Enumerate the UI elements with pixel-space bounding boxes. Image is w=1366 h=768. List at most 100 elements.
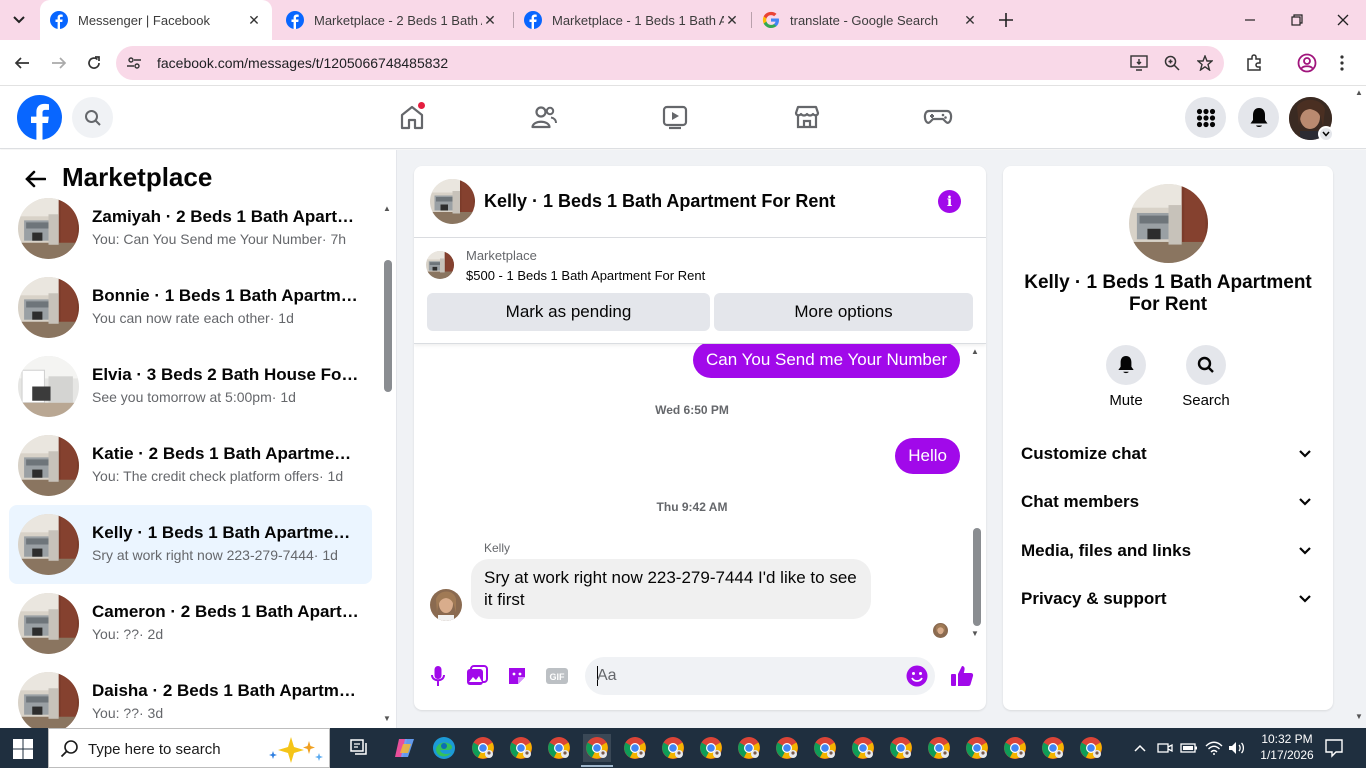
minimize-icon[interactable] (1238, 8, 1262, 32)
listing-title[interactable]: $500 - 1 Beds 1 Bath Apartment For Rent (466, 268, 705, 283)
taskbar-search-box[interactable]: Type here to search (48, 728, 330, 768)
facebook-logo-icon[interactable] (17, 95, 62, 140)
scrollbar-thumb[interactable] (384, 260, 392, 392)
chrome-app-icon[interactable] (545, 734, 573, 762)
scroll-up-arrow-icon[interactable]: ▲ (1355, 88, 1363, 97)
new-tab-plus-icon[interactable] (996, 10, 1016, 30)
back-arrow-icon[interactable] (10, 51, 34, 75)
notifications-button[interactable] (1238, 97, 1279, 138)
bookmark-star-icon[interactable] (1195, 53, 1215, 73)
copilot-icon[interactable] (391, 734, 419, 762)
thumbs-up-icon[interactable] (950, 664, 974, 688)
microphone-icon[interactable] (426, 664, 450, 688)
scroll-down-arrow-icon[interactable]: ▼ (383, 714, 391, 723)
windows-start-icon[interactable] (12, 738, 34, 760)
scroll-down-arrow-icon[interactable]: ▼ (971, 629, 979, 638)
chrome-app-icon[interactable] (1001, 734, 1029, 762)
meet-now-icon[interactable] (1156, 738, 1174, 758)
zoom-icon[interactable] (1162, 53, 1182, 73)
chrome-app-icon[interactable] (1077, 734, 1105, 762)
tab-close-icon[interactable]: ✕ (962, 12, 978, 28)
listing-thumbnail[interactable] (426, 251, 454, 279)
tab-close-icon[interactable]: ✕ (724, 12, 740, 28)
tab-close-icon[interactable]: ✕ (482, 12, 498, 28)
chrome-app-icon[interactable] (697, 734, 725, 762)
reload-icon[interactable] (82, 51, 106, 75)
notification-center-icon[interactable] (1324, 738, 1344, 758)
media-files-links-row[interactable]: Media, files and links (1011, 531, 1325, 571)
page-scrollbar[interactable]: ▲ ▼ (1352, 86, 1366, 728)
chrome-app-icon[interactable] (659, 734, 687, 762)
mute-button[interactable]: Mute (1096, 345, 1156, 409)
nav-marketplace[interactable] (790, 100, 824, 134)
conversation-item[interactable]: Daisha · 2 Beds 1 Bath Apartment For Ren… (9, 663, 372, 728)
facebook-search-button[interactable] (72, 97, 113, 138)
search-in-conversation-button[interactable]: Search (1176, 345, 1236, 409)
chrome-app-icon[interactable] (773, 734, 801, 762)
chrome-app-icon[interactable] (581, 734, 613, 767)
nav-friends[interactable] (527, 100, 561, 134)
nav-gaming[interactable] (921, 100, 955, 134)
chrome-app-icon[interactable] (1039, 734, 1067, 762)
message-scrollbar-thumb[interactable] (973, 528, 981, 626)
chrome-app-icon[interactable] (469, 734, 497, 762)
account-chevron-icon[interactable] (1318, 126, 1334, 142)
wifi-icon[interactable] (1205, 738, 1223, 758)
tab-list-chevron-icon[interactable] (6, 8, 32, 32)
chrome-app-icon[interactable] (735, 734, 763, 762)
chrome-app-icon[interactable] (621, 734, 649, 762)
chrome-app-icon[interactable] (925, 734, 953, 762)
tab-messenger[interactable]: Messenger | Facebook ✕ (40, 0, 272, 40)
conversation-item[interactable]: Zamiyah · 2 Beds 1 Bath Apartment For Re… (9, 189, 372, 268)
conversation-item[interactable]: Kelly · 1 Beds 1 Bath Apartment For Rent… (9, 505, 372, 584)
tab-marketplace-1beds[interactable]: Marketplace - 1 Beds 1 Bath Ap ✕ (514, 0, 750, 40)
chrome-app-icon[interactable] (849, 734, 877, 762)
tab-google-translate[interactable]: translate - Google Search ✕ (752, 0, 988, 40)
site-info-icon[interactable] (124, 53, 144, 73)
chrome-app-icon[interactable] (887, 734, 915, 762)
conversation-item[interactable]: Bonnie · 1 Beds 1 Bath Apartment For Ren… (9, 268, 372, 347)
chrome-app-icon[interactable] (963, 734, 991, 762)
tab-marketplace-2beds[interactable]: Marketplace - 2 Beds 1 Bath Ap ✕ (276, 0, 508, 40)
listing-avatar[interactable] (1129, 184, 1208, 263)
more-options-button[interactable]: More options (714, 293, 973, 331)
message-input[interactable]: Aa (585, 657, 935, 695)
forward-arrow-icon[interactable] (47, 51, 71, 75)
sender-avatar[interactable] (430, 589, 462, 621)
volume-icon[interactable] (1228, 738, 1246, 758)
address-bar[interactable]: facebook.com/messages/t/1205066748485832 (116, 46, 1224, 80)
conversation-item[interactable]: Elvia · 3 Beds 2 Bath House For Rent See … (9, 347, 372, 426)
privacy-support-row[interactable]: Privacy & support (1011, 579, 1325, 619)
restore-icon[interactable] (1285, 8, 1309, 32)
tray-chevron-up-icon[interactable] (1131, 738, 1149, 758)
chrome-app-icon[interactable] (507, 734, 535, 762)
battery-icon[interactable] (1180, 738, 1198, 758)
extensions-puzzle-icon[interactable] (1242, 51, 1266, 75)
install-app-icon[interactable] (1129, 53, 1149, 73)
menu-button[interactable] (1185, 97, 1226, 138)
profile-icon[interactable] (1295, 51, 1319, 75)
close-window-icon[interactable] (1331, 8, 1355, 32)
gif-icon[interactable]: GIF (545, 664, 569, 688)
chat-avatar[interactable] (430, 179, 475, 224)
conversation-item[interactable]: Katie · 2 Beds 1 Bath Apartment For Rent… (9, 426, 372, 505)
chat-title[interactable]: Kelly · 1 Beds 1 Bath Apartment For Rent (484, 191, 835, 212)
sticker-icon[interactable] (505, 664, 529, 688)
chat-members-row[interactable]: Chat members (1011, 482, 1325, 522)
photo-gallery-icon[interactable] (465, 664, 489, 688)
conversation-item[interactable]: Cameron · 2 Beds 1 Bath Apartment For Re… (9, 584, 372, 663)
mark-as-pending-button[interactable]: Mark as pending (427, 293, 710, 331)
tab-close-icon[interactable]: ✕ (246, 12, 262, 28)
browser-menu-icon[interactable] (1330, 51, 1354, 75)
scroll-down-arrow-icon[interactable]: ▼ (1355, 712, 1363, 721)
emoji-icon[interactable] (906, 665, 928, 687)
edge-browser-icon[interactable] (430, 734, 458, 762)
task-view-icon[interactable] (346, 734, 374, 762)
nav-video[interactable] (658, 100, 692, 134)
nav-home[interactable] (395, 100, 429, 134)
info-icon[interactable]: i (938, 190, 961, 213)
customize-chat-row[interactable]: Customize chat (1011, 434, 1325, 474)
scroll-up-arrow-icon[interactable]: ▲ (971, 347, 979, 356)
chrome-app-icon[interactable] (811, 734, 839, 762)
taskbar-clock[interactable]: 10:32 PM 1/17/2026 (1257, 731, 1317, 763)
